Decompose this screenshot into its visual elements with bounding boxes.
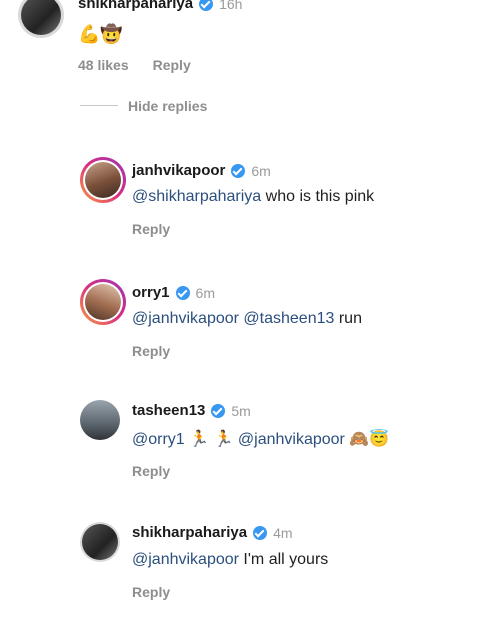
comment-time: 5m xyxy=(231,402,251,419)
top-comment: shikharpahariya 16h 💪🤠 48 likes Reply xyxy=(0,0,488,80)
likes-count[interactable]: 48 likes xyxy=(78,57,129,73)
comment-username[interactable]: orry1 xyxy=(132,284,170,301)
reply-button[interactable]: Reply xyxy=(132,463,170,479)
comment-text: @janhvikapoor @tasheen13 run xyxy=(132,310,362,328)
avatar[interactable] xyxy=(80,522,120,562)
comment-username[interactable]: tasheen13 xyxy=(132,402,205,419)
verified-badge-icon xyxy=(231,163,246,178)
hide-replies-button[interactable]: Hide replies xyxy=(128,98,207,114)
mention-link[interactable]: @shikharpahariya xyxy=(132,188,261,205)
hide-replies-divider xyxy=(80,105,118,106)
comment-text: @orry1 🏃 🏃 @janhvikapoor 🙈😇 xyxy=(132,429,389,449)
comment-text: 💪🤠 xyxy=(78,24,123,44)
comment-time: 6m xyxy=(251,162,271,179)
verified-badge-icon xyxy=(253,525,268,540)
comment-text-body: who is this pink xyxy=(261,188,375,205)
reply-button[interactable]: Reply xyxy=(132,343,170,359)
comment-text-body: run xyxy=(334,310,362,327)
comment-time: 6m xyxy=(195,284,215,301)
reply-comment: shikharpahariya 4m @janhvikapoor I'm all… xyxy=(0,514,488,614)
verified-badge-icon xyxy=(199,0,214,11)
reply-button[interactable]: Reply xyxy=(153,57,191,73)
comment-username[interactable]: shikharpahariya xyxy=(132,524,247,541)
reply-button[interactable]: Reply xyxy=(132,221,170,237)
avatar[interactable] xyxy=(80,157,126,203)
comment-text: @janhvikapoor I'm all yours xyxy=(132,551,328,569)
reply-comment: tasheen13 5m @orry1 🏃 🏃 @janhvikapoor 🙈😇… xyxy=(0,393,488,493)
verified-badge-icon xyxy=(211,403,226,418)
comment-username[interactable]: shikharpahariya xyxy=(78,0,193,12)
reply-comment: janhvikapoor 6m @shikharpahariya who is … xyxy=(0,150,488,250)
comment-text: @shikharpahariya who is this pink xyxy=(132,188,374,206)
reply-button[interactable]: Reply xyxy=(132,584,170,600)
comment-time: 4m xyxy=(273,524,293,541)
avatar[interactable] xyxy=(18,0,64,38)
runner-emoji: 🏃 🏃 xyxy=(184,431,238,448)
avatar[interactable] xyxy=(80,400,120,440)
comment-text-body: 🙈😇 xyxy=(344,431,390,448)
comment-username[interactable]: janhvikapoor xyxy=(132,162,225,179)
comment-text-body: I'm all yours xyxy=(238,551,329,568)
verified-badge-icon xyxy=(175,285,190,300)
mention-link[interactable]: @janhvikapoor xyxy=(132,551,239,568)
mention-link[interactable]: @orry1 xyxy=(132,431,185,448)
mention-link[interactable]: @janhvikapoor @tasheen13 xyxy=(132,310,334,327)
mention-link[interactable]: @janhvikapoor xyxy=(238,431,345,448)
avatar[interactable] xyxy=(80,279,126,325)
reply-comment: orry1 6m @janhvikapoor @tasheen13 run Re… xyxy=(0,272,488,372)
comment-time: 16h xyxy=(219,0,243,12)
